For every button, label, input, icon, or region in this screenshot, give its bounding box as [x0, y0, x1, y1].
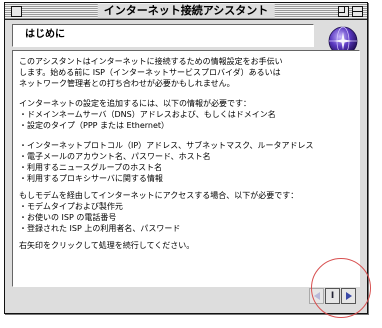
modem-type: ・モデムタイプおよび製作元 — [19, 202, 123, 211]
modem-account: ・登録された ISP 上の利用者名、パスワード — [19, 224, 181, 233]
modem-heading: もしモデムを経由してインターネットにアクセスする場合、以下が必要です： — [19, 191, 299, 200]
zoom-box[interactable] — [338, 6, 349, 17]
title-bar[interactable]: インターネット接続アシスタント — [5, 3, 367, 20]
assistant-window: インターネット接続アシスタント はじめに このアシスタントはインターネットに接続… — [4, 2, 368, 314]
modem-phone: ・お使いの ISP の電話番号 — [19, 213, 117, 222]
content-area: このアシスタントはインターネットに接続するための情報設定をお手伝い します。始め… — [12, 50, 360, 287]
collapse-box[interactable] — [352, 6, 363, 17]
page-title: はじめに — [25, 29, 65, 40]
highlight-annotation-circle — [311, 258, 371, 318]
requirement-dns: ・ドメインネームサーバ（DNS）アドレスおよび、もしくはドメイン名 — [19, 110, 276, 119]
requirement-ip: ・インターネットプロトコル（IP）アドレス、サブネットマスク、ルータアドレス — [19, 141, 314, 150]
intro-line-3: ネットワーク管理者との打ち合わせが必要かもしれません。 — [19, 79, 235, 88]
requirement-news: ・利用するニュースグループのホスト名 — [19, 163, 163, 172]
header-panel: はじめに — [12, 24, 314, 47]
close-box[interactable] — [11, 6, 22, 17]
requirements-heading: インターネットの設定を追加するには、以下の情報が必要です： — [19, 99, 251, 108]
intro-line-1: このアシスタントはインターネットに接続するための情報設定をお手伝い — [19, 57, 283, 66]
requirement-proxy: ・利用するプロキシサーバに関する情報 — [19, 174, 163, 183]
requirement-email: ・電子メールのアカウント名、パスワード、ホスト名 — [19, 152, 211, 161]
requirement-config-type: ・設定のタイプ（PPP または Ethernet） — [19, 121, 170, 130]
continue-instruction: 右矢印をクリックして処理を続行してください。 — [19, 241, 195, 250]
intro-line-2: します。始める前に ISP（インターネットサービスプロバイダ）あるいは — [19, 68, 281, 77]
window-title: インターネット接続アシスタント — [97, 4, 275, 18]
